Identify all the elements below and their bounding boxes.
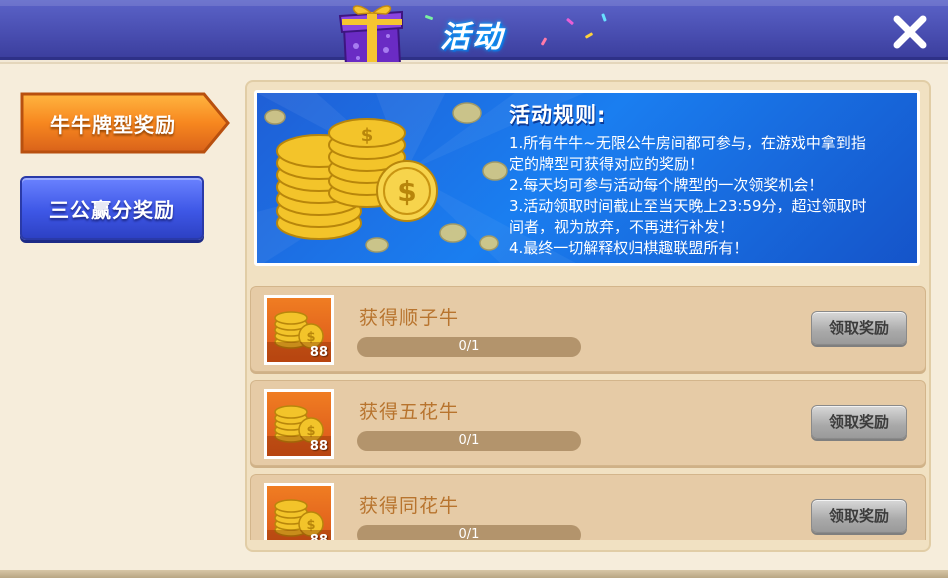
- reward-coins-icon: $ 88: [264, 483, 334, 540]
- list-item: $ 88 获得同花牛 0/1 领取奖励: [250, 474, 926, 540]
- bottom-edge: [0, 570, 948, 578]
- rule-line: 4.最终一切解释权归棋趣联盟所有！: [509, 239, 749, 257]
- tab-sangong-score-reward[interactable]: 三公赢分奖励: [20, 176, 204, 240]
- rule-line: 3.活动领取时间截止至当天晚上23:59分，超过领取时: [509, 197, 867, 215]
- rules-banner: $ $ 活动规则: 1.所有牛牛~无限公牛房间都可参与，在游戏中拿到指 定的牌型…: [254, 90, 920, 266]
- task-list[interactable]: $ 88 获得顺子牛 0/1 领取奖励 $ 88 获得五花牛 0/1 领取奖励 …: [250, 282, 926, 540]
- confetti-decoration: [601, 13, 607, 22]
- rule-line: 定的牌型可获得对应的奖励！: [509, 155, 705, 173]
- reward-quantity: 88: [310, 533, 328, 540]
- progress-text: 0/1: [458, 339, 480, 354]
- confetti-decoration: [540, 37, 548, 46]
- claim-reward-button[interactable]: 领取奖励: [811, 499, 907, 533]
- rule-line: 2.每天均可参与活动每个牌型的一次领奖机会！: [509, 176, 824, 194]
- progress-bar: 0/1: [357, 525, 581, 540]
- gold-coins-icon: $ $: [264, 102, 508, 253]
- tab-label: 三公赢分奖励: [49, 197, 175, 222]
- tab-niuniu-hand-reward[interactable]: 牛牛牌型奖励: [20, 92, 230, 154]
- reward-quantity: 88: [309, 439, 328, 454]
- progress-text: 0/1: [458, 433, 480, 448]
- progress-bar: 0/1: [357, 431, 581, 451]
- confetti-decoration: [584, 32, 594, 39]
- reward-coins-icon: $ 88: [264, 295, 334, 365]
- svg-text:$: $: [361, 125, 374, 146]
- task-name: 获得顺子牛: [359, 307, 460, 329]
- claim-reward-button[interactable]: 领取奖励: [811, 311, 907, 345]
- reward-quantity: 88: [309, 345, 328, 360]
- list-item: $ 88 获得顺子牛 0/1 领取奖励: [250, 286, 926, 372]
- claim-reward-button[interactable]: 领取奖励: [811, 405, 907, 439]
- svg-text:$: $: [397, 175, 416, 208]
- list-item: $ 88 获得五花牛 0/1 领取奖励: [250, 380, 926, 466]
- reward-coins-icon: $ 88: [264, 389, 334, 459]
- progress-text: 0/1: [458, 527, 480, 540]
- page-title: 活动: [440, 20, 504, 55]
- task-name: 获得五花牛: [359, 401, 460, 423]
- rules-title: 活动规则:: [509, 103, 607, 127]
- confetti-decoration: [424, 14, 434, 21]
- close-icon[interactable]: [888, 10, 932, 54]
- rule-line: 间者，视为放弃，不再进行补发！: [509, 218, 735, 236]
- rule-line: 1.所有牛牛~无限公牛房间都可参与，在游戏中拿到指: [509, 134, 866, 152]
- confetti-decoration: [565, 17, 575, 26]
- gift-box-icon: [338, 5, 403, 68]
- progress-bar: 0/1: [357, 337, 581, 357]
- task-name: 获得同花牛: [359, 495, 460, 517]
- tab-label: 牛牛牌型奖励: [50, 112, 176, 137]
